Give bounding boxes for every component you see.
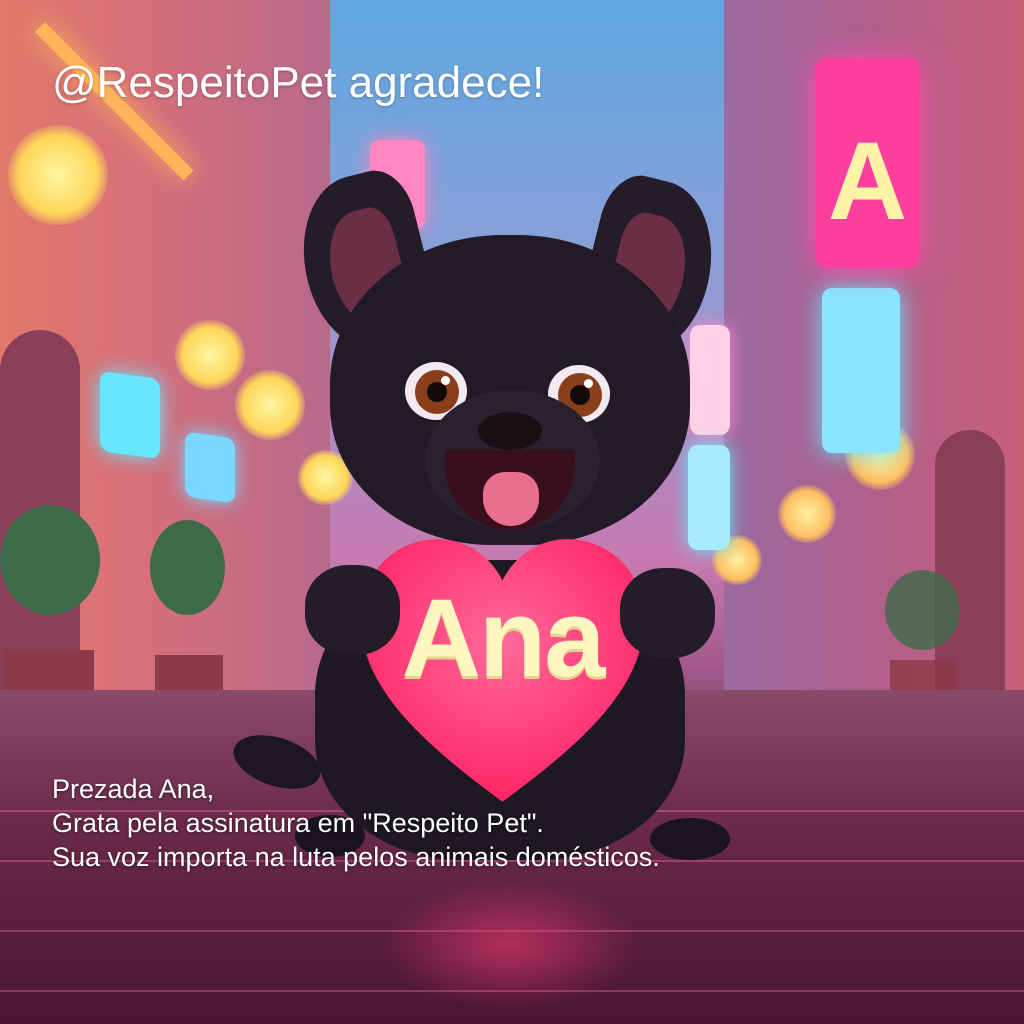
neon-sign [822,288,900,453]
thank-you-message: Prezada Ana, Grata pela assinatura em "R… [52,772,660,874]
neon-letter: A [827,120,908,243]
eye-shine [584,379,593,388]
potted-plant [150,520,225,615]
pupil [427,382,447,402]
dog-foot [650,818,730,860]
lamp-glow [235,370,305,440]
lamp-glow [778,485,836,543]
lamp-glow [8,125,108,225]
pupil [570,385,590,405]
neon-sign [688,445,730,550]
potted-plant [0,505,100,615]
neon-letter-sign: A [815,58,920,268]
message-line: Sua voz importa na luta pelos animais do… [52,842,660,872]
eye-shine [441,376,450,385]
illustration: A Ana @RespeitoPet agradece! Prezada Ana… [0,0,1024,1024]
message-line: Grata pela assinatura em "Respeito Pet". [52,808,544,838]
neon-sign [100,370,160,460]
potted-plant [885,570,960,650]
message-greeting: Prezada Ana, [52,774,215,804]
neon-sign [185,431,235,504]
neon-sign [690,325,730,435]
heart-reflection [380,880,640,1010]
dog-tongue [483,472,539,526]
header-caption: @RespeitoPet agradece! [52,58,545,107]
dog-nose [478,412,542,450]
dog-left-paw [305,565,400,655]
lamp-glow [175,320,245,390]
heart-name-label: Ana [401,577,606,700]
dog-right-paw [620,568,715,658]
